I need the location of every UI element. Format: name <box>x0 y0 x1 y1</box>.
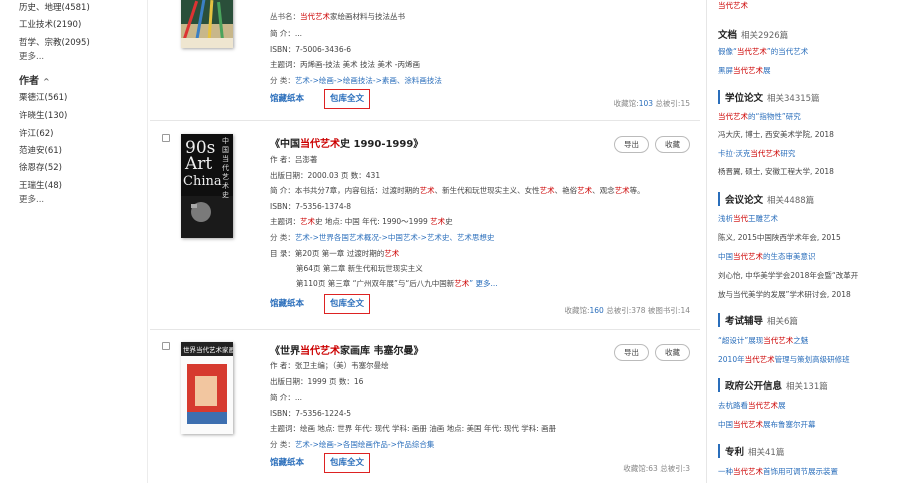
book-actions: 馆藏纸本 包库全文 <box>270 294 371 314</box>
related-link[interactable]: 去杭路看当代艺术展 <box>718 400 786 411</box>
chevron-up-icon: ^ <box>43 77 50 86</box>
book-isbn: ISBN：7-5356-1224-5 <box>270 409 352 418</box>
paper-holding-link[interactable]: 馆藏纸本 <box>270 458 304 468</box>
related-section-docs[interactable]: 文档 相关2926篇 <box>718 27 788 41</box>
book-title[interactable]: 《世界当代艺术家画库 韦塞尔曼》 <box>270 342 423 357</box>
result-item: 90s Art China 中国当代艺术史 《中国当代艺术史 1990-1999… <box>150 121 700 329</box>
category-link[interactable]: 艺术->世界各国艺术概况->中国艺术->艺术史、艺术思想史 <box>295 233 494 242</box>
cover-title-china: China <box>183 174 222 189</box>
book-subject: 主题词：丙烯画-技法 美术 技法 美术 -丙烯画 <box>270 60 420 69</box>
author-filter-heading[interactable]: 作者 ^ <box>19 72 50 87</box>
full-text-link[interactable]: 包库全文 <box>324 294 371 314</box>
related-link[interactable]: “超设计”展现当代艺术之魅 <box>718 335 808 346</box>
filter-more-link[interactable]: 更多... <box>19 50 44 62</box>
book-subject: 主题词：绘画 地点: 世界 年代: 现代 学科: 画册 油画 地点: 美国 年代… <box>270 424 557 433</box>
author-more-link[interactable]: 更多... <box>19 193 44 205</box>
book-category: 分 类：艺术->绘画->各国绘画作品->作品综合集 <box>270 440 435 449</box>
related-link[interactable]: 假像“当代艺术”的当代艺术 <box>718 46 808 57</box>
author-item[interactable]: 范迪安(61) <box>19 144 62 156</box>
related-meta: 杨晋翼, 硕士, 安徽工程大学, 2018 <box>718 167 834 176</box>
cover-title-art: Art <box>185 154 213 174</box>
related-meta: 冯大庆, 博士, 西安美术学院, 2018 <box>718 130 834 139</box>
category-link[interactable]: 艺术->绘画->绘画技法->素画、涂料画技法 <box>295 76 442 85</box>
book-subject: 主题词：艺术史 地点: 中国 年代: 1990～1999 艺术史 <box>270 217 453 226</box>
related-meta: 刘心怡, 中华美学学会2018年会暨“改革开 <box>718 271 859 280</box>
author-item[interactable]: 王瑞生(48) <box>19 179 62 191</box>
related-link[interactable]: 黑屏当代艺术展 <box>718 65 771 76</box>
right-panel-divider <box>706 0 707 483</box>
related-link[interactable]: 2010年当代艺术管理与策划高级研修班 <box>718 354 850 365</box>
related-link[interactable]: 中国当代艺术的生态审美意识 <box>718 251 816 262</box>
author-item[interactable]: 栗德江(561) <box>19 91 67 103</box>
toc-line-2: 第64页 第二章 新生代和玩世现实主义 <box>296 264 423 273</box>
filter-sidebar: 历史、地理(4581) 工业技术(2190) 哲学、宗教(2095) 更多...… <box>0 0 150 483</box>
related-section-exam[interactable]: 考试辅导 相关6篇 <box>718 313 798 327</box>
select-checkbox[interactable] <box>162 134 170 142</box>
favorite-button[interactable]: 收藏 <box>655 344 690 361</box>
export-button[interactable]: 导出 <box>614 344 649 361</box>
book-actions: 馆藏纸本 包库全文 <box>270 89 371 109</box>
paper-holding-link[interactable]: 馆藏纸本 <box>270 299 304 309</box>
related-section-theses[interactable]: 学位论文 相关34315篇 <box>718 90 820 104</box>
related-top-link[interactable]: 当代艺术 <box>718 0 748 11</box>
related-section-patent[interactable]: 专利 相关41篇 <box>718 444 784 458</box>
author-item[interactable]: 徐恩存(52) <box>19 161 62 173</box>
related-link[interactable]: 当代艺术的“指物性”研究 <box>718 111 801 122</box>
result-item: 丛书名：当代艺术家绘画材料与技法丛书 简 介：... ISBN：7-5006-3… <box>150 0 700 120</box>
select-checkbox[interactable] <box>162 342 170 350</box>
filter-item-philosophy[interactable]: 哲学、宗教(2095) <box>19 36 90 48</box>
book-pubdate: 出版日期：1999 页 数：16 <box>270 377 364 386</box>
toc-line-1: 目 录：第20页 第一章 过渡时期的艺术 <box>270 249 400 258</box>
toc-line-3: 第110页 第三章 “广州双年展”与“后八九中国新艺术” 更多... <box>296 279 498 288</box>
book-stats: 收藏馆:103 总被引:15 <box>613 99 690 108</box>
book-buttons: 导出 收藏 <box>614 136 690 153</box>
book-title[interactable]: 《中国当代艺术史 1990-1999》 <box>270 135 423 150</box>
related-section-conference[interactable]: 会议论文 相关4488篇 <box>718 192 814 206</box>
full-text-link[interactable]: 包库全文 <box>324 89 371 109</box>
related-section-gov[interactable]: 政府公开信息 相关131篇 <box>718 378 828 392</box>
paper-holding-link[interactable]: 馆藏纸本 <box>270 94 304 104</box>
related-panel: 当代艺术 文档 相关2926篇 假像“当代艺术”的当代艺术 黑屏当代艺术展 学位论… <box>718 0 900 483</box>
related-meta: 放与当代美学的发展”学术研讨会, 2018 <box>718 290 851 299</box>
category-link[interactable]: 艺术->绘画->各国绘画作品->作品综合集 <box>295 440 434 449</box>
related-link[interactable]: 中国当代艺术展布鲁塞尔开幕 <box>718 419 816 430</box>
book-actions: 馆藏纸本 包库全文 <box>270 453 371 473</box>
full-text-link[interactable]: 包库全文 <box>324 453 371 473</box>
book-isbn: ISBN：7-5356-1374-8 <box>270 202 352 211</box>
book-buttons: 导出 收藏 <box>614 344 690 361</box>
cover-header: 世界当代艺术家画库 <box>183 346 233 354</box>
book-isbn: ISBN：7-5006-3436-6 <box>270 45 352 54</box>
book-cover[interactable]: 世界当代艺术家画库 <box>181 342 233 434</box>
book-category: 分 类：艺术->世界各国艺术概况->中国艺术->艺术史、艺术思想史 <box>270 233 495 242</box>
book-cover[interactable]: 90s Art China 中国当代艺术史 <box>181 134 233 238</box>
cover-side-title: 中国当代艺术史 <box>222 137 229 199</box>
cover-image-1 <box>181 0 233 48</box>
related-link[interactable]: 卡拉·沃克当代艺术研究 <box>718 148 795 159</box>
series-line: 丛书名：当代艺术家绘画材料与技法丛书 <box>270 12 405 21</box>
favorite-button[interactable]: 收藏 <box>655 136 690 153</box>
book-intro: 简 介：... <box>270 393 303 402</box>
book-stats: 收藏馆:160 总被引:378 被图书引:14 <box>564 306 690 315</box>
related-link[interactable]: 一种当代艺术首饰用可调节展示装置 <box>718 466 838 477</box>
book-category: 分 类：艺术->绘画->绘画技法->素画、涂料画技法 <box>270 76 442 85</box>
book-cover[interactable] <box>181 0 233 48</box>
sidebar-divider <box>147 0 148 483</box>
toc-more-link[interactable]: ” 更多... <box>469 279 497 288</box>
filter-item-history[interactable]: 历史、地理(4581) <box>19 1 90 13</box>
book-stats: 收藏馆:63 总被引:3 <box>623 464 690 473</box>
author-item[interactable]: 许江(62) <box>19 127 53 139</box>
related-meta: 陈义, 2015中国陕西学术年会, 2015 <box>718 233 841 242</box>
filter-item-industry[interactable]: 工业技术(2190) <box>19 18 81 30</box>
results-list: 丛书名：当代艺术家绘画材料与技法丛书 简 介：... ISBN：7-5006-3… <box>150 0 700 483</box>
result-item: 世界当代艺术家画库 《世界当代艺术家画库 韦塞尔曼》 导出收藏 作 者：张卫主编… <box>150 330 700 483</box>
book-author: 作 者：吕澎著 <box>270 155 318 164</box>
book-author: 作 者：张卫主编；（美）韦塞尔曼绘 <box>270 361 389 370</box>
export-button[interactable]: 导出 <box>614 136 649 153</box>
author-item[interactable]: 许晓生(130) <box>19 109 67 121</box>
related-link[interactable]: 浅析当代王雕艺术 <box>718 213 778 224</box>
cover-image-3 <box>181 342 233 434</box>
book-intro: 简 介：... <box>270 29 303 38</box>
book-intro: 简 介：本书共分7章，内容包括：过渡时期的艺术、新生代和玩世现实主义、女性艺术、… <box>270 186 645 195</box>
book-pubdate: 出版日期：2000.03 页 数：431 <box>270 171 381 180</box>
